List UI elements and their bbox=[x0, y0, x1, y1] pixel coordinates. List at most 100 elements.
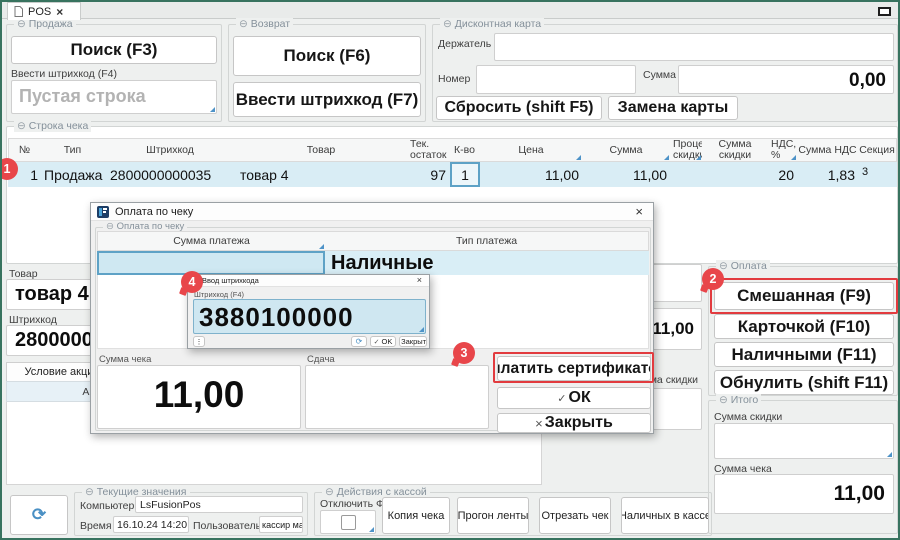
computer-value: LsFusionPos bbox=[140, 499, 201, 511]
holder-input[interactable] bbox=[494, 33, 894, 61]
col-header-stock[interactable]: Тек. остаток bbox=[407, 138, 450, 162]
dialog-check-sum-field[interactable]: 11,00 bbox=[97, 365, 301, 429]
cut-check-button[interactable]: Отрезать чек bbox=[539, 497, 611, 534]
col-header-discount-percent[interactable]: Процент скидки bbox=[670, 138, 703, 162]
pos-window: POS × Продажа Поиск (F3) Ввести штрихкод… bbox=[0, 0, 900, 540]
cell-qty-selected[interactable]: 1 bbox=[450, 162, 480, 187]
refund-search-button[interactable]: Поиск (F6) bbox=[233, 36, 421, 76]
dialog-close-button[interactable]: × Закрыть bbox=[497, 413, 651, 433]
refresh-icon-small: ⟳ bbox=[356, 337, 363, 346]
maximize-icon[interactable] bbox=[878, 7, 891, 16]
tab-title: POS bbox=[28, 6, 51, 18]
barcode-dialog-close-icon[interactable]: × bbox=[417, 275, 422, 285]
disable-fr-label: Отключить ФР bbox=[320, 498, 391, 510]
user-value: кассир маг 1 bbox=[262, 520, 303, 530]
dialog-check-sum-label: Сумма чека bbox=[99, 354, 151, 365]
payment-dialog-title: Оплата по чеку bbox=[115, 206, 193, 218]
col-header-product[interactable]: Товар bbox=[235, 138, 408, 162]
tab-close-icon[interactable]: × bbox=[56, 5, 63, 19]
reset-payment-button[interactable]: Обнулить (shift F11) bbox=[714, 370, 894, 395]
sale-barcode-placeholder: Пустая строка bbox=[19, 86, 146, 107]
time-label: Время bbox=[80, 520, 112, 532]
sale-search-button[interactable]: Поиск (F3) bbox=[11, 36, 217, 64]
check-icon-small: ✓ bbox=[374, 338, 380, 346]
col-header-type[interactable]: Тип bbox=[40, 138, 106, 162]
payment-type-value: Наличные bbox=[331, 252, 433, 275]
payment-dialog-titlebar[interactable]: Оплата по чеку × bbox=[91, 203, 653, 221]
discount-card-group-label: Дисконтная карта bbox=[440, 18, 544, 30]
cell-discount-sum bbox=[702, 162, 765, 187]
cell-sum: 11,00 bbox=[582, 162, 667, 187]
col-header-section[interactable]: Секция bbox=[858, 138, 897, 162]
cash-payment-button[interactable]: Наличными (F11) bbox=[714, 342, 894, 367]
cell-stock: 97 bbox=[407, 162, 446, 187]
annotation-2: 2 bbox=[702, 268, 724, 290]
barcode-value: 3880100000 bbox=[199, 302, 354, 333]
refund-group-label: Возврат bbox=[236, 18, 293, 30]
total-check-field[interactable]: 11,00 bbox=[714, 474, 894, 514]
time-value: 16.10.24 14:20 bbox=[117, 519, 187, 531]
payment-group-label: Оплата bbox=[716, 260, 770, 272]
barcode-refresh-button[interactable]: ⟳ bbox=[351, 336, 367, 347]
barcode-ok-button[interactable]: ✓ OK bbox=[370, 336, 396, 347]
change-field[interactable] bbox=[305, 365, 489, 429]
col-header-sum[interactable]: Сумма bbox=[582, 138, 671, 162]
col-header-num[interactable]: № bbox=[8, 138, 41, 162]
payment-col-sum[interactable]: Сумма платежа bbox=[97, 231, 326, 251]
cell-barcode: 2800000000035 bbox=[110, 162, 236, 187]
replace-card-button[interactable]: Замена карты bbox=[608, 96, 738, 120]
number-label: Номер bbox=[438, 73, 470, 85]
cell-vat-sum: 1,83 bbox=[797, 162, 855, 187]
disable-fr-checkbox-field[interactable] bbox=[320, 510, 376, 534]
payment-col-type[interactable]: Тип платежа bbox=[325, 231, 649, 251]
copy-check-button[interactable]: Копия чека bbox=[382, 497, 450, 534]
col-header-discount-sum[interactable]: Сумма скидки bbox=[702, 138, 769, 162]
user-label: Пользователь bbox=[193, 520, 261, 532]
annotation-3: 3 bbox=[453, 342, 475, 364]
change-label: Сдача bbox=[307, 354, 335, 365]
cell-vat: 20 bbox=[768, 162, 794, 187]
mid-sum-value: 11,00 bbox=[652, 319, 694, 339]
dialog-check-sum-value: 11,00 bbox=[98, 374, 300, 416]
highlight-mixed-payment bbox=[710, 278, 898, 314]
payment-sum-cell-selected[interactable] bbox=[97, 251, 325, 275]
highlight-pay-certificate bbox=[493, 352, 654, 383]
computer-input[interactable]: LsFusionPos bbox=[135, 496, 303, 513]
col-header-vat[interactable]: НДС, % bbox=[768, 138, 798, 162]
barcode-input[interactable]: 3880100000 bbox=[193, 299, 426, 334]
product-value: товар 4 bbox=[15, 283, 89, 306]
col-header-vat-sum[interactable]: Сумма НДС bbox=[797, 138, 859, 162]
cross-icon: × bbox=[535, 416, 543, 431]
refund-barcode-button[interactable]: Ввести штрихкод (F7) bbox=[233, 82, 421, 117]
cell-product: товар 4 bbox=[240, 162, 408, 187]
feed-tape-button[interactable]: Прогон ленты bbox=[457, 497, 529, 534]
dialog-ok-button[interactable]: ✓ ОК bbox=[497, 387, 651, 409]
sale-barcode-label: Ввести штрихкод (F4) bbox=[11, 68, 117, 80]
cash-in-register-button[interactable]: Наличных в кассе bbox=[621, 497, 709, 534]
card-sum-input[interactable]: 0,00 bbox=[678, 65, 894, 94]
col-header-barcode[interactable]: Штрихкод bbox=[105, 138, 236, 162]
reset-card-button[interactable]: Сбросить (shift F5) bbox=[436, 96, 602, 120]
total-discount-label: Сумма скидки bbox=[714, 411, 782, 423]
col-header-price[interactable]: Цена bbox=[480, 138, 583, 162]
col-header-qty[interactable]: К-во bbox=[449, 138, 481, 162]
barcode-dialog-titlebar[interactable]: Ввод штрихкода × bbox=[188, 275, 429, 287]
number-input[interactable] bbox=[476, 65, 636, 94]
annotation-4: 4 bbox=[181, 271, 203, 293]
disable-fr-checkbox[interactable] bbox=[341, 515, 356, 530]
sale-barcode-input[interactable]: Пустая строка bbox=[11, 80, 217, 114]
time-input[interactable]: 16.10.24 14:20 bbox=[113, 516, 189, 533]
barcode-field-label: Штрихкод (F4) bbox=[194, 290, 244, 299]
card-payment-button[interactable]: Карточкой (F10) bbox=[714, 314, 894, 339]
tab-pos[interactable]: POS × bbox=[7, 2, 81, 20]
payment-dialog-close-icon[interactable]: × bbox=[635, 204, 643, 219]
barcode-close-button[interactable]: × Закрыть bbox=[399, 336, 427, 347]
computer-label: Компьютер bbox=[80, 500, 134, 512]
tab-bar bbox=[2, 2, 898, 19]
cell-type: Продажа bbox=[44, 162, 106, 187]
barcode-menu-button[interactable]: ⋮ bbox=[193, 336, 205, 347]
holder-label: Держатель bbox=[438, 38, 491, 50]
refresh-button[interactable]: ⟳ bbox=[10, 495, 68, 535]
total-discount-field[interactable] bbox=[714, 423, 894, 459]
user-input[interactable]: кассир маг 1 bbox=[259, 516, 303, 533]
